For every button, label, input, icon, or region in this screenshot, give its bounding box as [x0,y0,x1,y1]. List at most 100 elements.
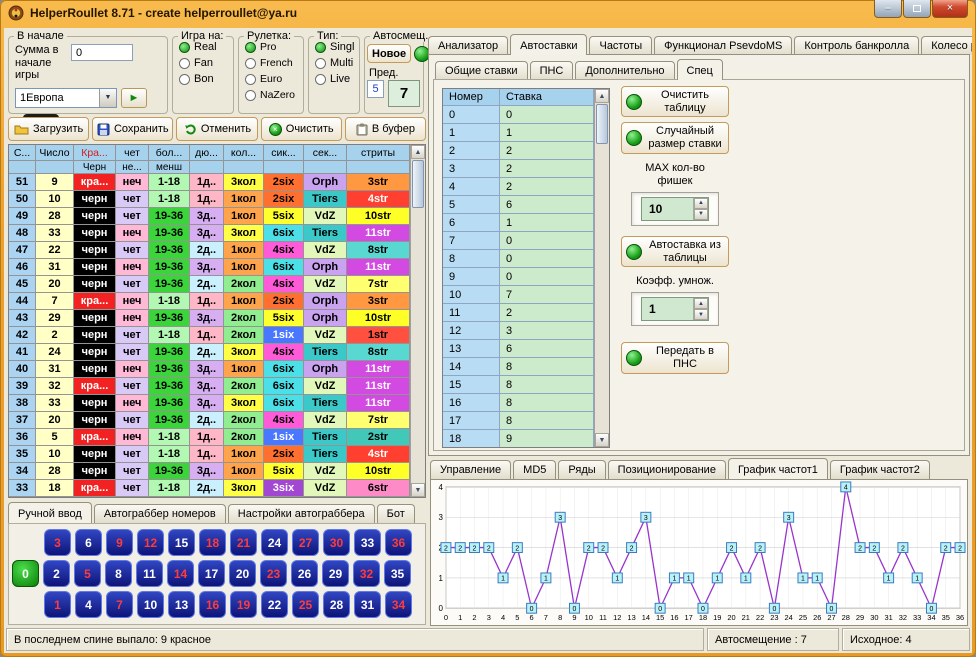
bottom-tab-5[interactable]: График частот2 [830,460,930,479]
main-tab-2[interactable]: Частоты [589,36,652,55]
table-row[interactable]: 123 [443,322,594,340]
number-button-34[interactable]: 34 [385,591,412,618]
table-row[interactable]: 4833черннеч19-363д..3кол6sixTiers11str [9,225,410,242]
maximize-button[interactable] [903,0,931,18]
table-row[interactable]: 4928чернчет19-363д..1кол5sixVdZ10str [9,208,410,225]
table-row[interactable]: 00 [443,106,594,124]
type-option-live[interactable]: Live [315,73,359,85]
table-row[interactable]: 365кра...неч1-181д..2кол1sixTiers2str [9,429,410,446]
number-button-22[interactable]: 22 [261,591,288,618]
number-button-25[interactable]: 25 [292,591,319,618]
table-row[interactable]: 4124чернчет19-362д..3кол4sixTiers8str [9,344,410,361]
table-row[interactable]: 70 [443,232,594,250]
header-cell[interactable]: кол... [224,145,264,161]
roulette-option-french[interactable]: French [245,57,303,69]
table-row[interactable]: 422чернчет1-181д..2кол1sixVdZ1str [9,327,410,344]
spin-down-button[interactable]: ▼ [694,209,708,220]
number-button-5[interactable]: 5 [74,560,101,587]
scroll-thumb[interactable] [412,160,424,208]
number-button-27[interactable]: 27 [292,529,319,556]
input-tab-0[interactable]: Ручной ввод [8,502,92,523]
table-row[interactable]: 107 [443,286,594,304]
number-button-29[interactable]: 29 [322,560,349,587]
random-stake-button[interactable]: Случайный размер ставки [621,122,729,153]
game-option-real[interactable]: Real [179,41,233,53]
minimize-button[interactable]: – [874,0,902,18]
table-row[interactable]: 178 [443,412,594,430]
save-button[interactable]: Сохранить [92,117,173,141]
input-tab-2[interactable]: Настройки автограббера [228,504,375,523]
main-tab-1[interactable]: Автоставки [510,34,587,55]
table-row[interactable]: 3833черннеч19-363д..3кол6sixTiers11str [9,395,410,412]
type-option-multi[interactable]: Multi [315,57,359,69]
number-button-19[interactable]: 19 [230,591,257,618]
table-row[interactable]: 61 [443,214,594,232]
clear-button[interactable]: × Очистить [261,117,342,141]
scroll-down-icon[interactable]: ▼ [595,433,609,447]
table-row[interactable]: 90 [443,268,594,286]
number-button-0[interactable]: 0 [12,560,39,587]
spin-up-button[interactable]: ▲ [694,198,708,209]
header-cell[interactable]: Кра... [74,145,116,161]
chevron-down-icon[interactable]: ▼ [99,89,116,107]
spin-down-button[interactable]: ▼ [694,309,708,320]
main-tab-3[interactable]: Функционал PsevdoMS [654,36,792,55]
roulette-option-pro[interactable]: Pro [245,41,303,53]
header-cell[interactable]: Ставка [500,89,594,106]
new-game-button[interactable]: Новое [367,44,411,63]
header-cell[interactable]: дю... [190,145,224,161]
table-row[interactable]: 11 [443,124,594,142]
number-button-32[interactable]: 32 [353,560,380,587]
input-tab-1[interactable]: Автограббер номеров [94,504,226,523]
number-button-30[interactable]: 30 [323,529,350,556]
number-button-28[interactable]: 28 [323,591,350,618]
table-row[interactable]: 148 [443,358,594,376]
number-button-8[interactable]: 8 [105,560,132,587]
scroll-down-icon[interactable]: ▼ [411,483,425,497]
table-row[interactable]: 56 [443,196,594,214]
number-button-24[interactable]: 24 [261,529,288,556]
header-cell[interactable]: стриты [347,145,410,161]
input-tab-3[interactable]: Бот [377,504,415,523]
number-button-26[interactable]: 26 [291,560,318,587]
table-row[interactable]: 3720чернчет19-362д..2кол4sixVdZ7str [9,412,410,429]
spin-up-button[interactable]: ▲ [694,298,708,309]
number-button-11[interactable]: 11 [136,560,163,587]
main-tab-4[interactable]: Контроль банкролла [794,36,919,55]
sub-tab-0[interactable]: Общие ставки [435,61,528,80]
sub-tab-1[interactable]: ПНС [530,61,574,80]
table-row[interactable]: 158 [443,376,594,394]
type-option-singl[interactable]: Singl [315,41,359,53]
header-cell[interactable]: Номер [443,89,500,106]
number-button-10[interactable]: 10 [137,591,164,618]
table-row[interactable]: 4520чернчет19-362д..2кол4sixVdZ7str [9,276,410,293]
game-combobox[interactable]: 1Европа ▼ [15,88,117,108]
undo-button[interactable]: Отменить [176,117,257,141]
table-row[interactable]: 189 [443,430,594,447]
header-cell[interactable]: чет [116,145,149,161]
scroll-up-icon[interactable]: ▲ [411,145,425,159]
max-chips-value[interactable]: 10 [642,198,693,220]
header-cell[interactable]: бол... [149,145,190,161]
number-button-21[interactable]: 21 [230,529,257,556]
play-button[interactable]: ► [121,88,147,108]
sub-tab-3[interactable]: Спец [677,59,723,80]
table-row[interactable]: 447кра...неч1-181д..1кол2sixOrph3str [9,293,410,310]
bottom-tab-0[interactable]: Управление [430,460,511,479]
scroll-thumb[interactable] [596,104,608,144]
number-button-18[interactable]: 18 [199,529,226,556]
table-row[interactable]: 4722чернчет19-362д..1кол4sixVdZ8str [9,242,410,259]
header-cell[interactable]: сик... [264,145,304,161]
table-row[interactable]: 519кра...неч1-181д..3кол2sixOrph3str [9,174,410,191]
multiplier-value[interactable]: 1 [642,298,693,320]
game-option-bon[interactable]: Bon [179,73,233,85]
close-button[interactable]: × [932,0,968,18]
number-button-35[interactable]: 35 [384,560,411,587]
header-cell[interactable]: Число [36,145,74,161]
scroll-up-icon[interactable]: ▲ [595,89,609,103]
number-button-23[interactable]: 23 [260,560,287,587]
number-button-2[interactable]: 2 [43,560,70,587]
stake-scrollbar[interactable]: ▲ ▼ [594,89,609,447]
table-row[interactable]: 32 [443,160,594,178]
roulette-option-nazero[interactable]: NaZero [245,89,303,101]
